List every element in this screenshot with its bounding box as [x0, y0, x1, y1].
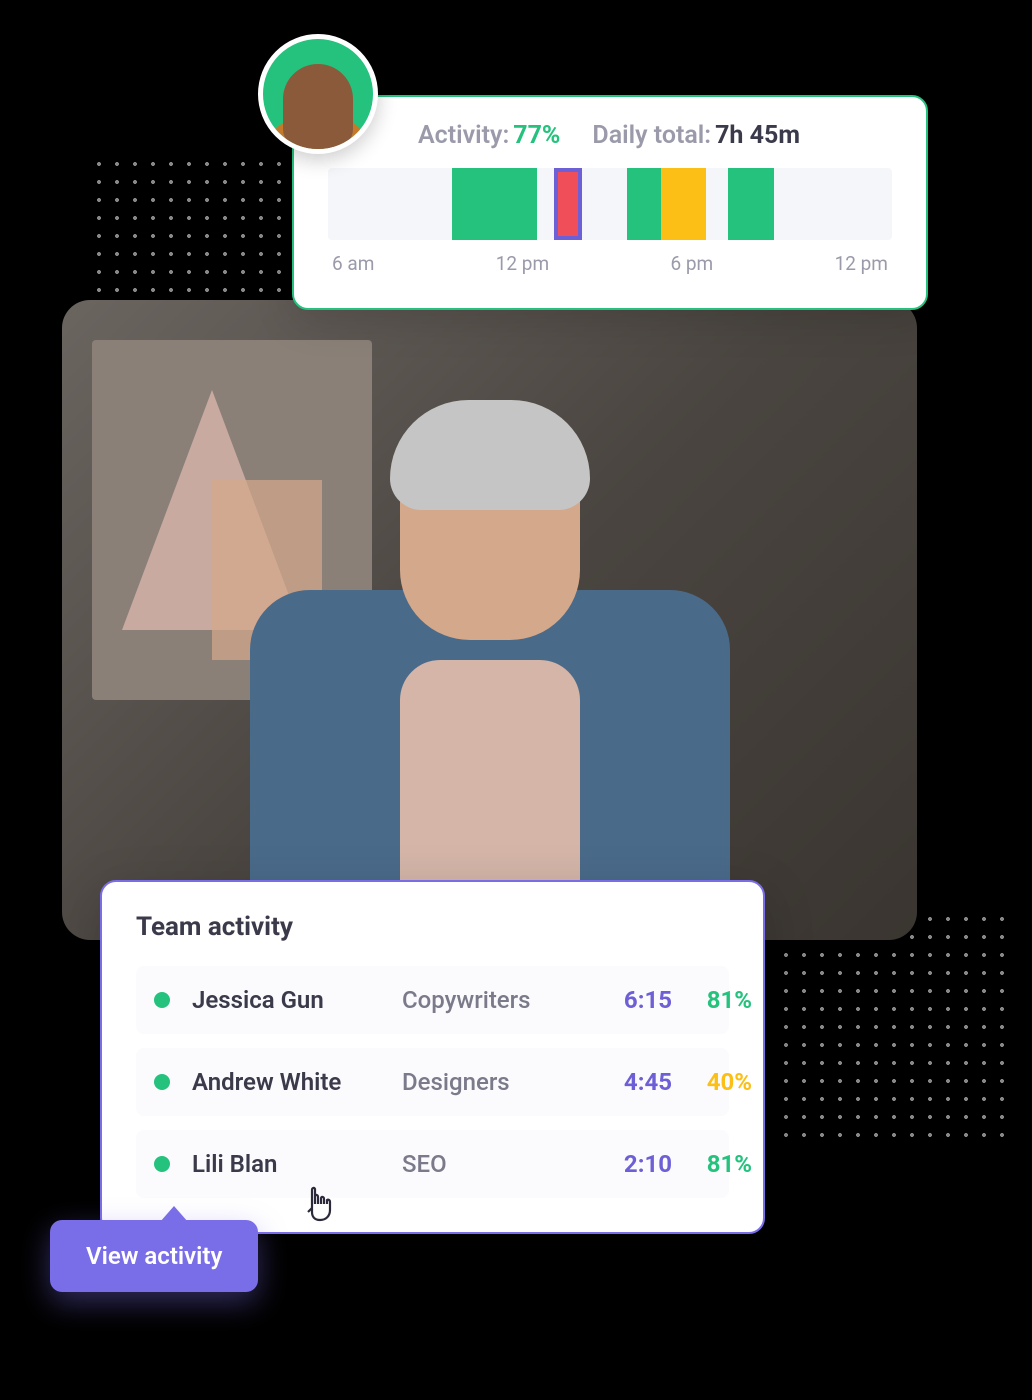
status-dot-icon: [154, 992, 170, 1008]
timeline-tick-label: 12 pm: [496, 252, 549, 275]
view-activity-button[interactable]: View activity: [50, 1220, 258, 1292]
member-role: Copywriters: [402, 986, 582, 1014]
daily-total-label: Daily total:: [592, 121, 711, 150]
member-activity-pct: 81%: [682, 986, 752, 1014]
timeline-block-red: [554, 168, 582, 240]
team-member-row[interactable]: Jessica GunCopywriters6:1581%: [136, 966, 729, 1034]
member-activity-pct: 81%: [682, 1150, 752, 1178]
member-name: Andrew White: [192, 1068, 392, 1096]
view-activity-label: View activity: [86, 1242, 222, 1270]
timeline-tick-label: 6 am: [332, 252, 374, 275]
timeline-block-green: [452, 168, 537, 240]
team-activity-title: Team activity: [136, 912, 729, 942]
hero-image: [62, 300, 917, 940]
avatar: [258, 34, 378, 154]
member-name: Lili Blan: [192, 1150, 392, 1178]
member-role: Designers: [402, 1068, 582, 1096]
team-member-row[interactable]: Andrew WhiteDesigners4:4540%: [136, 1048, 729, 1116]
pointer-cursor-icon: [300, 1186, 338, 1232]
timeline-labels: 6 am 12 pm 6 pm 12 pm: [328, 252, 892, 275]
activity-summary-card: Activity: 77% Daily total: 7h 45m 6 am 12…: [292, 95, 928, 310]
member-time: 2:10: [592, 1150, 672, 1178]
timeline-tick-label: 6 pm: [670, 252, 713, 275]
timeline-tick-label: 12 pm: [835, 252, 888, 275]
daily-total-value: 7h 45m: [715, 121, 800, 150]
team-activity-card: Team activity Jessica Gun Copywriters 6:15…: [100, 880, 765, 1234]
member-role: SEO: [402, 1150, 582, 1178]
member-time: 6:15: [592, 986, 672, 1014]
decorative-dots-bottom: [777, 910, 1007, 1140]
activity-label: Activity:: [418, 121, 509, 150]
member-activity-pct: 40%: [682, 1068, 752, 1096]
team-member-row[interactable]: Lili BlanSEO2:1081%: [136, 1130, 729, 1198]
activity-timeline: [328, 168, 892, 240]
status-dot-icon: [154, 1074, 170, 1090]
member-time: 4:45: [592, 1068, 672, 1096]
activity-percentage: 77%: [513, 121, 560, 150]
timeline-block-green: [627, 168, 661, 240]
status-dot-icon: [154, 1156, 170, 1172]
timeline-block-green: [728, 168, 773, 240]
member-name: Jessica Gun: [192, 986, 392, 1014]
timeline-block-yellow: [661, 168, 706, 240]
